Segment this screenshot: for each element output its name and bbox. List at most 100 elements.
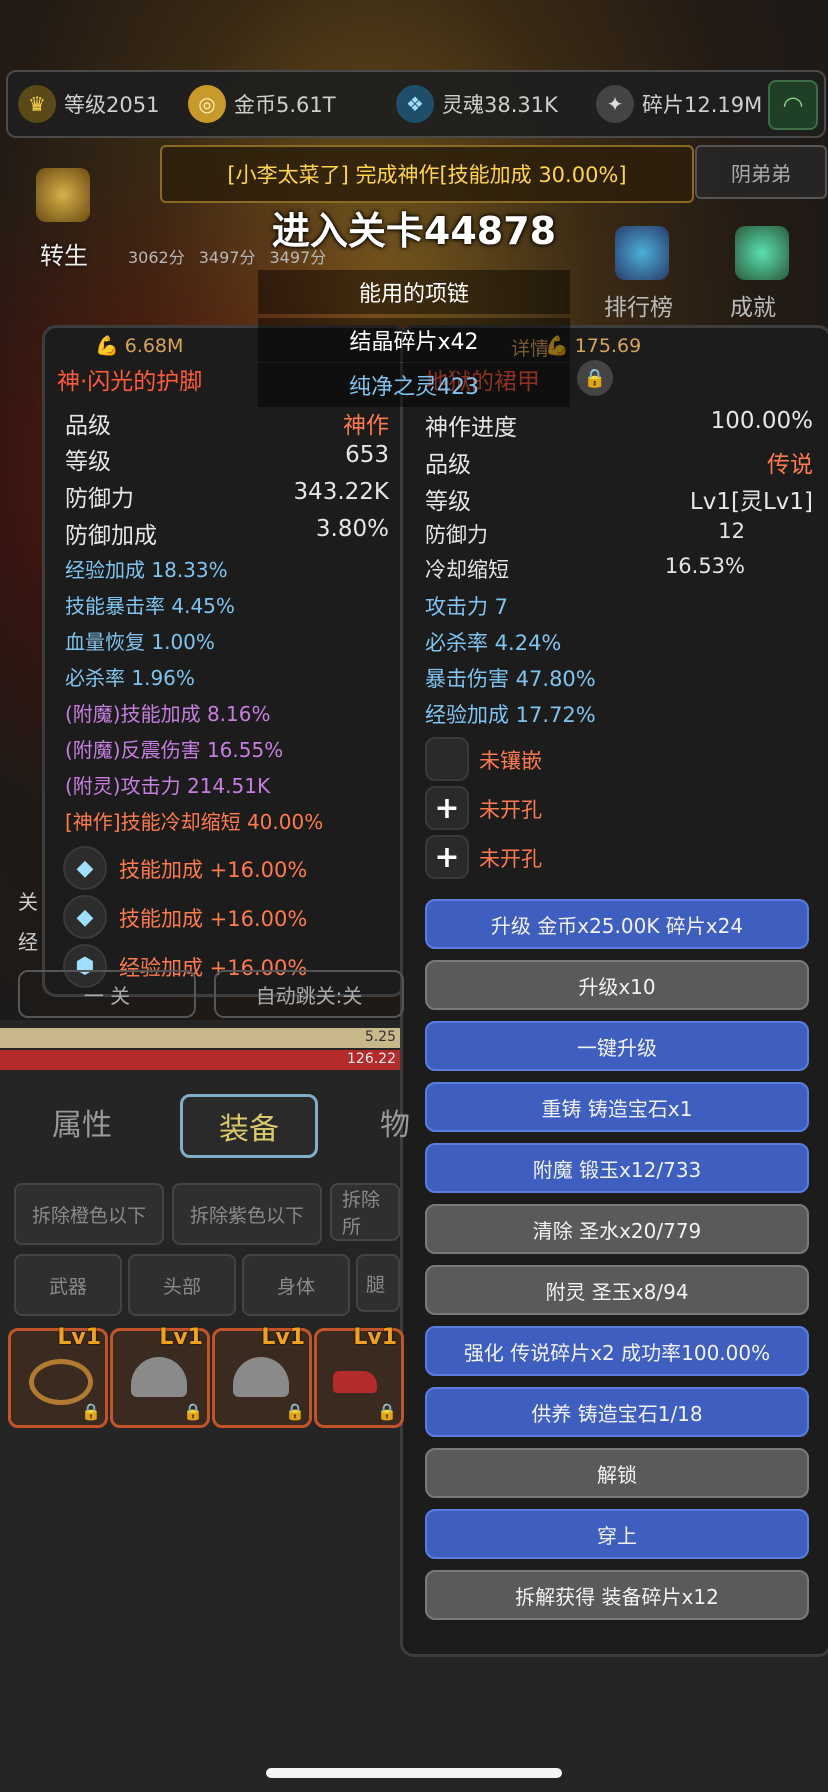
score-list: 3062分 3497分 3497分 [128, 244, 326, 268]
left-attr: 必杀率 1.96% [65, 666, 195, 690]
resource-bar: ♛ 等级2051 ◎ 金币5.61T ❖ 灵魂38.31K ✦ 碎片12.19M… [6, 70, 826, 138]
filter-body[interactable]: 身体 [242, 1254, 350, 1316]
dismantle-button[interactable]: 拆解获得 装备碎片x12 [425, 1570, 809, 1620]
gem-bonus: 技能加成 +16.00% [119, 858, 308, 882]
slot-level: Lv1 [353, 1325, 397, 1350]
row-value: 3.80% [315, 516, 389, 542]
side-label: 经 [18, 930, 38, 954]
left-row-defense: 防御力 343.22K [65, 479, 389, 513]
inventory-slot[interactable]: Lv1 🔒 [110, 1325, 210, 1428]
one-click-upgrade-button[interactable]: 一键升级 [425, 1021, 809, 1071]
hp-bar-value: 126.22 [347, 1051, 396, 1067]
achievement-label[interactable]: 成就 [730, 288, 776, 322]
right-attr: 攻击力 7 [425, 595, 509, 619]
empty-socket-icon[interactable] [425, 737, 469, 781]
level-value: 等级2051 [64, 93, 160, 117]
hp-bar: 126.22 [0, 1050, 400, 1070]
upgrade-button[interactable]: 升级 金币x25.00K 碎片x24 [425, 899, 809, 949]
reforge-button[interactable]: 重铸 铸造宝石x1 [425, 1082, 809, 1132]
auto-skip-button[interactable]: 自动跳关:关 [214, 970, 404, 1018]
row-label: 神作进度 [425, 415, 517, 441]
enchant-button[interactable]: 附魔 锻玉x12/733 [425, 1143, 809, 1193]
tab-attributes[interactable]: 属性 [52, 1100, 112, 1144]
lock-icon[interactable]: 🔒 [577, 360, 613, 396]
row-label: 防御加成 [65, 523, 157, 549]
soul-value: 灵魂38.31K [442, 93, 558, 117]
ranking-label[interactable]: 排行榜 [604, 288, 673, 322]
stage-title: 进入关卡44878 [271, 209, 557, 253]
diamond-icon: ◆ [63, 846, 107, 890]
equip-button[interactable]: 穿上 [425, 1509, 809, 1559]
filter-weapon[interactable]: 武器 [14, 1254, 122, 1316]
left-row-quality: 品级 神作 [65, 406, 389, 440]
stage-jump-button[interactable]: 一 关 [18, 970, 196, 1018]
network-status-icon[interactable]: ◠ [768, 80, 818, 130]
achievement-notice: [小李太菜了] 完成神作[技能加成 30.00%] [160, 145, 694, 203]
right-attr: 暴击伤害 47.80% [425, 667, 596, 691]
dismantle-purple-button[interactable]: 拆除紫色以下 [172, 1183, 322, 1245]
player-name-tag[interactable]: 阴弟弟 [695, 145, 827, 199]
clear-button[interactable]: 清除 圣水x20/779 [425, 1204, 809, 1254]
socket-status: 未镶嵌 [479, 749, 542, 773]
unlock-button[interactable]: 解锁 [425, 1448, 809, 1498]
row-value: 16.53% [664, 554, 745, 578]
right-row-divine-progress: 神作进度 100.00% [425, 408, 813, 442]
loot-banner: 能用的项链 [258, 270, 570, 314]
strengthen-button[interactable]: 强化 传说碎片x2 成功率100.00% [425, 1326, 809, 1376]
gem-bonus: 技能加成 +16.00% [119, 907, 308, 931]
row-value: 传说 [767, 452, 813, 478]
score-1: 3062分 [128, 248, 185, 267]
helmet-icon [131, 1357, 187, 1397]
spirit-attach-button[interactable]: 附灵 圣玉x8/94 [425, 1265, 809, 1315]
left-attr: 血量恢复 1.00% [65, 630, 215, 654]
lock-icon: 🔒 [183, 1402, 203, 1421]
strength-icon: 💪 [95, 335, 119, 357]
dismantle-all-button[interactable]: 拆除所 [330, 1183, 400, 1241]
inventory-slot[interactable]: Lv1 🔒 [8, 1325, 108, 1428]
equipped-item-panel: 💪 6.68M 神·闪光的护脚 品级 神作 等级 653 防御力 343.22K… [42, 325, 406, 997]
inventory-slot[interactable]: Lv1 🔒 [212, 1325, 312, 1428]
crown-icon: ♛ [18, 85, 56, 123]
row-label: 品级 [425, 452, 471, 478]
tab-equipment[interactable]: 装备 [180, 1094, 318, 1158]
plus-icon[interactable]: + [425, 835, 469, 879]
left-attr: 经验加成 18.33% [65, 558, 228, 582]
home-indicator [266, 1768, 562, 1778]
right-row-level: 等级 Lv1[灵Lv1] [425, 482, 813, 516]
coin-icon: ◎ [188, 85, 226, 123]
reborn-label[interactable]: 转生 [40, 236, 88, 271]
shard-icon: ✦ [596, 85, 634, 123]
nurture-button[interactable]: 供养 铸造宝石1/18 [425, 1387, 809, 1437]
tab-items[interactable]: 物 [380, 1100, 410, 1144]
left-enchant-attr: (附魔)反震伤害 16.55% [65, 738, 284, 762]
filter-head[interactable]: 头部 [128, 1254, 236, 1316]
left-row-defense-bonus: 防御加成 3.80% [65, 516, 389, 550]
left-power-number: 6.68M [124, 335, 184, 357]
lock-icon: 🔒 [377, 1402, 397, 1421]
selected-item-panel: 详情 💪 175.69 地狱的裙甲 🔒 神作进度 100.00% 品级 传说 等… [400, 325, 828, 1657]
row-label: 等级 [425, 489, 471, 515]
socket-status: 未开孔 [479, 847, 542, 871]
ranking-icon[interactable] [615, 226, 669, 280]
achievement-icon[interactable] [735, 226, 789, 280]
slot-level: Lv1 [261, 1325, 305, 1350]
right-attr: 必杀率 4.24% [425, 631, 562, 655]
dismantle-orange-button[interactable]: 拆除橙色以下 [14, 1183, 164, 1245]
upgrade-x10-button[interactable]: 升级x10 [425, 960, 809, 1010]
left-divine-attr: [神作]技能冷却缩短 40.00% [65, 810, 324, 834]
lock-icon: 🔒 [285, 1402, 305, 1421]
plus-icon[interactable]: + [425, 786, 469, 830]
row-label: 品级 [65, 413, 111, 439]
row-label: 等级 [65, 449, 111, 475]
slot-level: Lv1 [159, 1325, 203, 1350]
row-value: 343.22K [293, 479, 389, 505]
inventory-slot[interactable]: Lv1 🔒 [314, 1325, 404, 1428]
filter-legs[interactable]: 腿 [356, 1254, 400, 1312]
shard-value: 碎片12.19M [642, 93, 763, 117]
left-power-value: 💪 6.68M [95, 334, 183, 357]
helmet-icon [233, 1357, 289, 1397]
loot-banner: 纯净之灵423 [258, 363, 570, 407]
row-value: 100.00% [710, 408, 813, 434]
row-label: 防御力 [425, 523, 488, 547]
left-enchant-attr: (附魔)技能加成 8.16% [65, 702, 271, 726]
